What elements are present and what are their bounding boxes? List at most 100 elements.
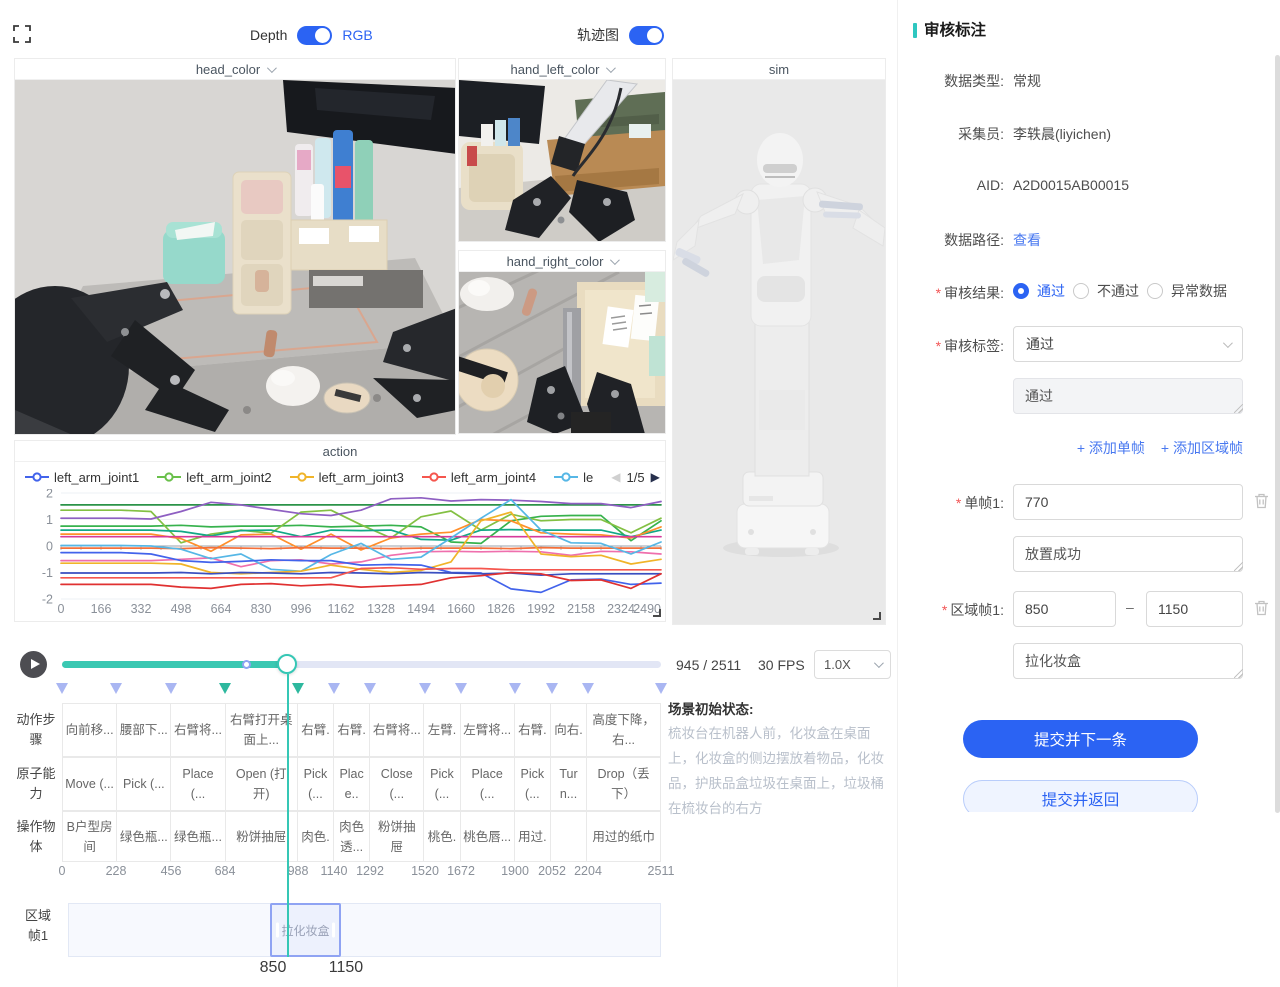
review-result-option[interactable]: 异常数据 (1147, 281, 1227, 301)
svg-text:830: 830 (251, 602, 272, 616)
svg-text:332: 332 (131, 602, 152, 616)
table-cell: 粉饼抽屉 (370, 812, 424, 861)
timeline-marker[interactable] (546, 683, 558, 694)
add-single-frame-link[interactable]: + 添加单帧 (1077, 438, 1145, 458)
depth-rgb-toggle[interactable] (297, 26, 332, 45)
panel-title: 审核标注 (924, 18, 986, 40)
collector-value: 李轶晨(liyichen) (1013, 124, 1111, 144)
legend-item[interactable]: left_arm_joint2 (157, 470, 271, 485)
add-region-frame-link[interactable]: + 添加区域帧 (1161, 438, 1243, 458)
timeline-marker[interactable] (655, 683, 667, 694)
table-cell: Drop（丢下） (587, 758, 660, 810)
table-cell: Pick (... (424, 758, 460, 810)
playhead-line[interactable] (287, 674, 289, 957)
table-cell: Close (... (370, 758, 424, 810)
legend-next-icon[interactable]: ▶ (651, 470, 660, 484)
legend-item[interactable]: left_arm_joint3 (290, 470, 404, 485)
region-end-input[interactable] (1146, 591, 1243, 627)
panel-scrollbar[interactable] (1275, 55, 1280, 813)
legend-item[interactable]: left_arm_joint4 (422, 470, 536, 485)
aid-value: A2D0015AB00015 (1013, 177, 1129, 193)
review-result-option[interactable]: 通过 (1013, 281, 1065, 301)
submit-back-button[interactable]: 提交并返回 (963, 780, 1198, 812)
segment-left-handle[interactable] (276, 923, 279, 938)
timeline-marker-accent[interactable] (219, 683, 231, 694)
delete-single-frame-icon[interactable] (1254, 493, 1269, 509)
region-start-input[interactable] (1013, 591, 1116, 627)
head-camera-image (15, 80, 455, 434)
slider-fill (62, 661, 287, 668)
slider-handle[interactable] (277, 654, 297, 674)
table-cell: 左臂. (424, 704, 460, 756)
table-cell: 肉色. (298, 812, 334, 861)
play-button[interactable] (20, 651, 47, 678)
sim-panel: sim (672, 58, 886, 625)
table-cell: Pick (... (298, 758, 334, 810)
delete-region-frame-icon[interactable] (1254, 600, 1269, 616)
review-result-option[interactable]: 不通过 (1073, 281, 1139, 301)
timeline-slider[interactable] (62, 661, 661, 668)
axis-tick-label: 228 (106, 864, 127, 878)
svg-text:1660: 1660 (447, 602, 475, 616)
svg-text:1992: 1992 (527, 602, 555, 616)
table-cell: 右臂将... (370, 704, 424, 756)
review-tag-value: 通过 (1026, 334, 1054, 354)
collector-label: 采集员: (898, 124, 1004, 144)
trajectory-label: 轨迹图 (577, 25, 619, 45)
single-frame-note[interactable]: 放置成功 (1013, 536, 1243, 572)
single-frame-input[interactable] (1013, 484, 1243, 520)
hand-right-camera-header[interactable]: hand_right_color (459, 251, 665, 272)
submit-next-button[interactable]: 提交并下一条 (963, 720, 1198, 758)
timeline-marker[interactable] (165, 683, 177, 694)
timeline-marker-accent[interactable] (292, 683, 304, 694)
timeline-marker[interactable] (455, 683, 467, 694)
region-frame-note[interactable]: 拉化妆盒 (1013, 643, 1243, 679)
speed-select[interactable]: 1.0X (814, 650, 891, 679)
timeline-marker[interactable] (419, 683, 431, 694)
legend-prev-icon[interactable]: ◀ (611, 470, 620, 484)
review-tag-note[interactable]: 通过 (1013, 378, 1243, 414)
legend-item[interactable]: le (554, 470, 593, 485)
scene-title: 场景初始状态: (668, 698, 896, 718)
review-tag-select[interactable]: 通过 (1013, 326, 1243, 362)
single-frame-dot[interactable] (242, 660, 251, 669)
data-path-link[interactable]: 查看 (1013, 230, 1041, 250)
table-cell: 绿色瓶... (117, 812, 171, 861)
timeline-marker[interactable] (364, 683, 376, 694)
svg-text:1162: 1162 (328, 602, 355, 616)
table-cell: Move (... (63, 758, 117, 810)
resize-handle-icon[interactable] (653, 609, 661, 617)
region-frame-track[interactable]: 拉化妆盒 (68, 903, 661, 957)
depth-label: Depth (250, 27, 287, 43)
head-camera-header[interactable]: head_color (15, 59, 455, 80)
timeline-marker[interactable] (328, 683, 340, 694)
table-row: 动作步骤向前移...腰部下...右臂将...右臂打开桌面上...右臂.右臂.右臂… (14, 703, 661, 757)
chevron-down-icon (267, 63, 277, 73)
legend-item[interactable]: left_arm_joint1 (25, 470, 139, 485)
axis-tick-label: 1140 (321, 864, 348, 878)
panel-accent-bar (913, 23, 917, 38)
axis-tick-label: 0 (59, 864, 66, 878)
radio-icon[interactable] (1073, 283, 1089, 299)
hand-left-camera-header[interactable]: hand_left_color (459, 59, 665, 80)
region-start-value: 850 (260, 959, 287, 977)
timeline-marker[interactable] (110, 683, 122, 694)
axis-tick-label: 2204 (574, 864, 602, 878)
timeline-marker[interactable] (56, 683, 68, 694)
radio-selected-icon[interactable] (1013, 283, 1029, 299)
resize-handle-icon[interactable] (873, 612, 881, 620)
radio-icon[interactable] (1147, 283, 1163, 299)
timeline-marker[interactable] (509, 683, 521, 694)
segment-right-handle[interactable] (332, 923, 335, 938)
svg-text:1328: 1328 (367, 602, 395, 616)
sim-viewport[interactable] (673, 80, 885, 624)
table-cell: 高度下降，右... (587, 704, 660, 756)
legend-marker-icon (157, 472, 181, 482)
legend-marker-icon (25, 472, 49, 482)
timeline-marker[interactable] (582, 683, 594, 694)
region-segment[interactable]: 拉化妆盒 (270, 903, 341, 957)
fullscreen-icon[interactable] (13, 25, 31, 43)
trajectory-toggle[interactable] (629, 26, 664, 45)
action-chart-panel: action left_arm_joint1left_arm_joint2lef… (14, 440, 666, 622)
data-type-label: 数据类型: (898, 71, 1004, 91)
